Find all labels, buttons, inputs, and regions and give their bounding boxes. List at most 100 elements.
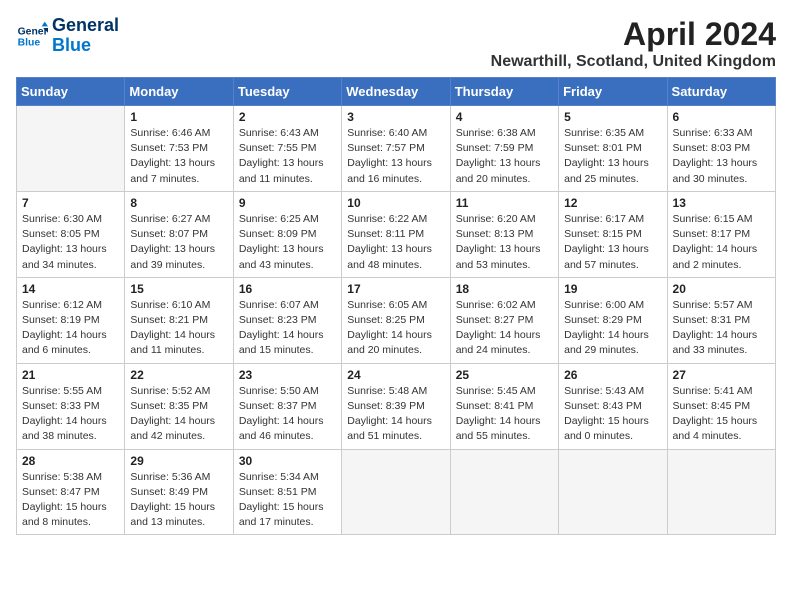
- day-number: 24: [347, 368, 444, 382]
- day-info: Sunrise: 6:10 AMSunset: 8:21 PMDaylight:…: [130, 298, 227, 359]
- day-number: 8: [130, 196, 227, 210]
- calendar-cell: [450, 449, 558, 535]
- day-info: Sunrise: 6:27 AMSunset: 8:07 PMDaylight:…: [130, 212, 227, 273]
- calendar-cell: 28 Sunrise: 5:38 AMSunset: 8:47 PMDayligh…: [17, 449, 125, 535]
- week-row-5: 28 Sunrise: 5:38 AMSunset: 8:47 PMDayligh…: [17, 449, 776, 535]
- calendar-cell: 23Sunrise: 5:50 AMSunset: 8:37 PMDayligh…: [233, 363, 341, 449]
- calendar-cell: 21 Sunrise: 5:55 AMSunset: 8:33 PMDayligh…: [17, 363, 125, 449]
- logo: General Blue General Blue: [16, 16, 119, 56]
- svg-text:Blue: Blue: [18, 37, 41, 48]
- logo-text-blue: Blue: [52, 36, 119, 56]
- day-number: 4: [456, 110, 553, 124]
- day-number: 11: [456, 196, 553, 210]
- day-info: Sunrise: 6:22 AMSunset: 8:11 PMDaylight:…: [347, 212, 444, 273]
- day-info: Sunrise: 6:43 AMSunset: 7:55 PMDaylight:…: [239, 126, 336, 187]
- calendar-cell: 13 Sunrise: 6:15 AMSunset: 8:17 PMDayligh…: [667, 191, 775, 277]
- day-info: Sunrise: 6:07 AMSunset: 8:23 PMDaylight:…: [239, 298, 336, 359]
- day-number: 26: [564, 368, 661, 382]
- day-info: Sunrise: 5:57 AMSunset: 8:31 PMDaylight:…: [673, 298, 770, 359]
- calendar-cell: 14Sunrise: 6:12 AMSunset: 8:19 PMDayligh…: [17, 277, 125, 363]
- day-info: Sunrise: 6:30 AMSunset: 8:05 PMDaylight:…: [22, 212, 119, 273]
- calendar-cell: [667, 449, 775, 535]
- weekday-header-friday: Friday: [559, 78, 667, 106]
- day-number: 13: [673, 196, 770, 210]
- day-number: 15: [130, 282, 227, 296]
- weekday-header-wednesday: Wednesday: [342, 78, 450, 106]
- day-info: Sunrise: 5:50 AMSunset: 8:37 PMDaylight:…: [239, 384, 336, 445]
- calendar-cell: 11 Sunrise: 6:20 AMSunset: 8:13 PMDayligh…: [450, 191, 558, 277]
- day-info: Sunrise: 6:40 AMSunset: 7:57 PMDaylight:…: [347, 126, 444, 187]
- day-number: 10: [347, 196, 444, 210]
- day-number: 25: [456, 368, 553, 382]
- calendar-cell: 29Sunrise: 5:36 AMSunset: 8:49 PMDayligh…: [125, 449, 233, 535]
- calendar-cell: [17, 106, 125, 192]
- day-info: Sunrise: 5:34 AMSunset: 8:51 PMDaylight:…: [239, 470, 336, 531]
- calendar-cell: 26 Sunrise: 5:43 AMSunset: 8:43 PMDayligh…: [559, 363, 667, 449]
- day-info: Sunrise: 6:20 AMSunset: 8:13 PMDaylight:…: [456, 212, 553, 273]
- logo-icon: General Blue: [16, 20, 48, 52]
- day-info: Sunrise: 5:36 AMSunset: 8:49 PMDaylight:…: [130, 470, 227, 531]
- month-title: April 2024: [491, 16, 776, 53]
- weekday-header-tuesday: Tuesday: [233, 78, 341, 106]
- calendar-cell: 25 Sunrise: 5:45 AMSunset: 8:41 PMDayligh…: [450, 363, 558, 449]
- calendar-cell: 16 Sunrise: 6:07 AMSunset: 8:23 PMDayligh…: [233, 277, 341, 363]
- day-info: Sunrise: 6:17 AMSunset: 8:15 PMDaylight:…: [564, 212, 661, 273]
- day-number: 18: [456, 282, 553, 296]
- week-row-2: 7Sunrise: 6:30 AMSunset: 8:05 PMDaylight…: [17, 191, 776, 277]
- calendar-cell: 17Sunrise: 6:05 AMSunset: 8:25 PMDayligh…: [342, 277, 450, 363]
- calendar-cell: 24 Sunrise: 5:48 AMSunset: 8:39 PMDayligh…: [342, 363, 450, 449]
- calendar-cell: [559, 449, 667, 535]
- day-number: 9: [239, 196, 336, 210]
- day-number: 28: [22, 454, 119, 468]
- day-info: Sunrise: 5:38 AMSunset: 8:47 PMDaylight:…: [22, 470, 119, 531]
- day-number: 6: [673, 110, 770, 124]
- calendar-cell: 6Sunrise: 6:33 AMSunset: 8:03 PMDaylight…: [667, 106, 775, 192]
- calendar-cell: 30Sunrise: 5:34 AMSunset: 8:51 PMDayligh…: [233, 449, 341, 535]
- calendar-cell: 20Sunrise: 5:57 AMSunset: 8:31 PMDayligh…: [667, 277, 775, 363]
- day-info: Sunrise: 6:15 AMSunset: 8:17 PMDaylight:…: [673, 212, 770, 273]
- weekday-header-monday: Monday: [125, 78, 233, 106]
- week-row-1: 1Sunrise: 6:46 AMSunset: 7:53 PMDaylight…: [17, 106, 776, 192]
- day-number: 14: [22, 282, 119, 296]
- day-info: Sunrise: 5:43 AMSunset: 8:43 PMDaylight:…: [564, 384, 661, 445]
- calendar-cell: 4 Sunrise: 6:38 AMSunset: 7:59 PMDaylight…: [450, 106, 558, 192]
- calendar-cell: 27Sunrise: 5:41 AMSunset: 8:45 PMDayligh…: [667, 363, 775, 449]
- page-header: General Blue General Blue April 2024 New…: [16, 16, 776, 71]
- calendar-cell: 1Sunrise: 6:46 AMSunset: 7:53 PMDaylight…: [125, 106, 233, 192]
- day-number: 16: [239, 282, 336, 296]
- calendar-cell: 7Sunrise: 6:30 AMSunset: 8:05 PMDaylight…: [17, 191, 125, 277]
- calendar-cell: 12 Sunrise: 6:17 AMSunset: 8:15 PMDayligh…: [559, 191, 667, 277]
- day-number: 5: [564, 110, 661, 124]
- day-info: Sunrise: 6:02 AMSunset: 8:27 PMDaylight:…: [456, 298, 553, 359]
- day-info: Sunrise: 6:35 AMSunset: 8:01 PMDaylight:…: [564, 126, 661, 187]
- calendar-cell: 15 Sunrise: 6:10 AMSunset: 8:21 PMDayligh…: [125, 277, 233, 363]
- day-number: 27: [673, 368, 770, 382]
- calendar-cell: 18 Sunrise: 6:02 AMSunset: 8:27 PMDayligh…: [450, 277, 558, 363]
- day-info: Sunrise: 6:38 AMSunset: 7:59 PMDaylight:…: [456, 126, 553, 187]
- calendar-cell: [342, 449, 450, 535]
- day-info: Sunrise: 5:45 AMSunset: 8:41 PMDaylight:…: [456, 384, 553, 445]
- weekday-header-sunday: Sunday: [17, 78, 125, 106]
- calendar-cell: 22Sunrise: 5:52 AMSunset: 8:35 PMDayligh…: [125, 363, 233, 449]
- calendar-cell: 9 Sunrise: 6:25 AMSunset: 8:09 PMDaylight…: [233, 191, 341, 277]
- calendar-cell: 3 Sunrise: 6:40 AMSunset: 7:57 PMDaylight…: [342, 106, 450, 192]
- day-info: Sunrise: 6:00 AMSunset: 8:29 PMDaylight:…: [564, 298, 661, 359]
- day-number: 22: [130, 368, 227, 382]
- day-number: 3: [347, 110, 444, 124]
- day-info: Sunrise: 5:55 AMSunset: 8:33 PMDaylight:…: [22, 384, 119, 445]
- week-row-3: 14Sunrise: 6:12 AMSunset: 8:19 PMDayligh…: [17, 277, 776, 363]
- location: Newarthill, Scotland, United Kingdom: [491, 53, 776, 71]
- weekday-header-thursday: Thursday: [450, 78, 558, 106]
- weekday-header-row: SundayMondayTuesdayWednesdayThursdayFrid…: [17, 78, 776, 106]
- day-number: 19: [564, 282, 661, 296]
- calendar-cell: 5 Sunrise: 6:35 AMSunset: 8:01 PMDaylight…: [559, 106, 667, 192]
- day-info: Sunrise: 6:25 AMSunset: 8:09 PMDaylight:…: [239, 212, 336, 273]
- calendar-cell: 19 Sunrise: 6:00 AMSunset: 8:29 PMDayligh…: [559, 277, 667, 363]
- title-area: April 2024 Newarthill, Scotland, United …: [491, 16, 776, 71]
- day-number: 21: [22, 368, 119, 382]
- calendar-cell: 10 Sunrise: 6:22 AMSunset: 8:11 PMDayligh…: [342, 191, 450, 277]
- day-info: Sunrise: 6:05 AMSunset: 8:25 PMDaylight:…: [347, 298, 444, 359]
- calendar-cell: 8 Sunrise: 6:27 AMSunset: 8:07 PMDaylight…: [125, 191, 233, 277]
- day-number: 12: [564, 196, 661, 210]
- day-info: Sunrise: 5:48 AMSunset: 8:39 PMDaylight:…: [347, 384, 444, 445]
